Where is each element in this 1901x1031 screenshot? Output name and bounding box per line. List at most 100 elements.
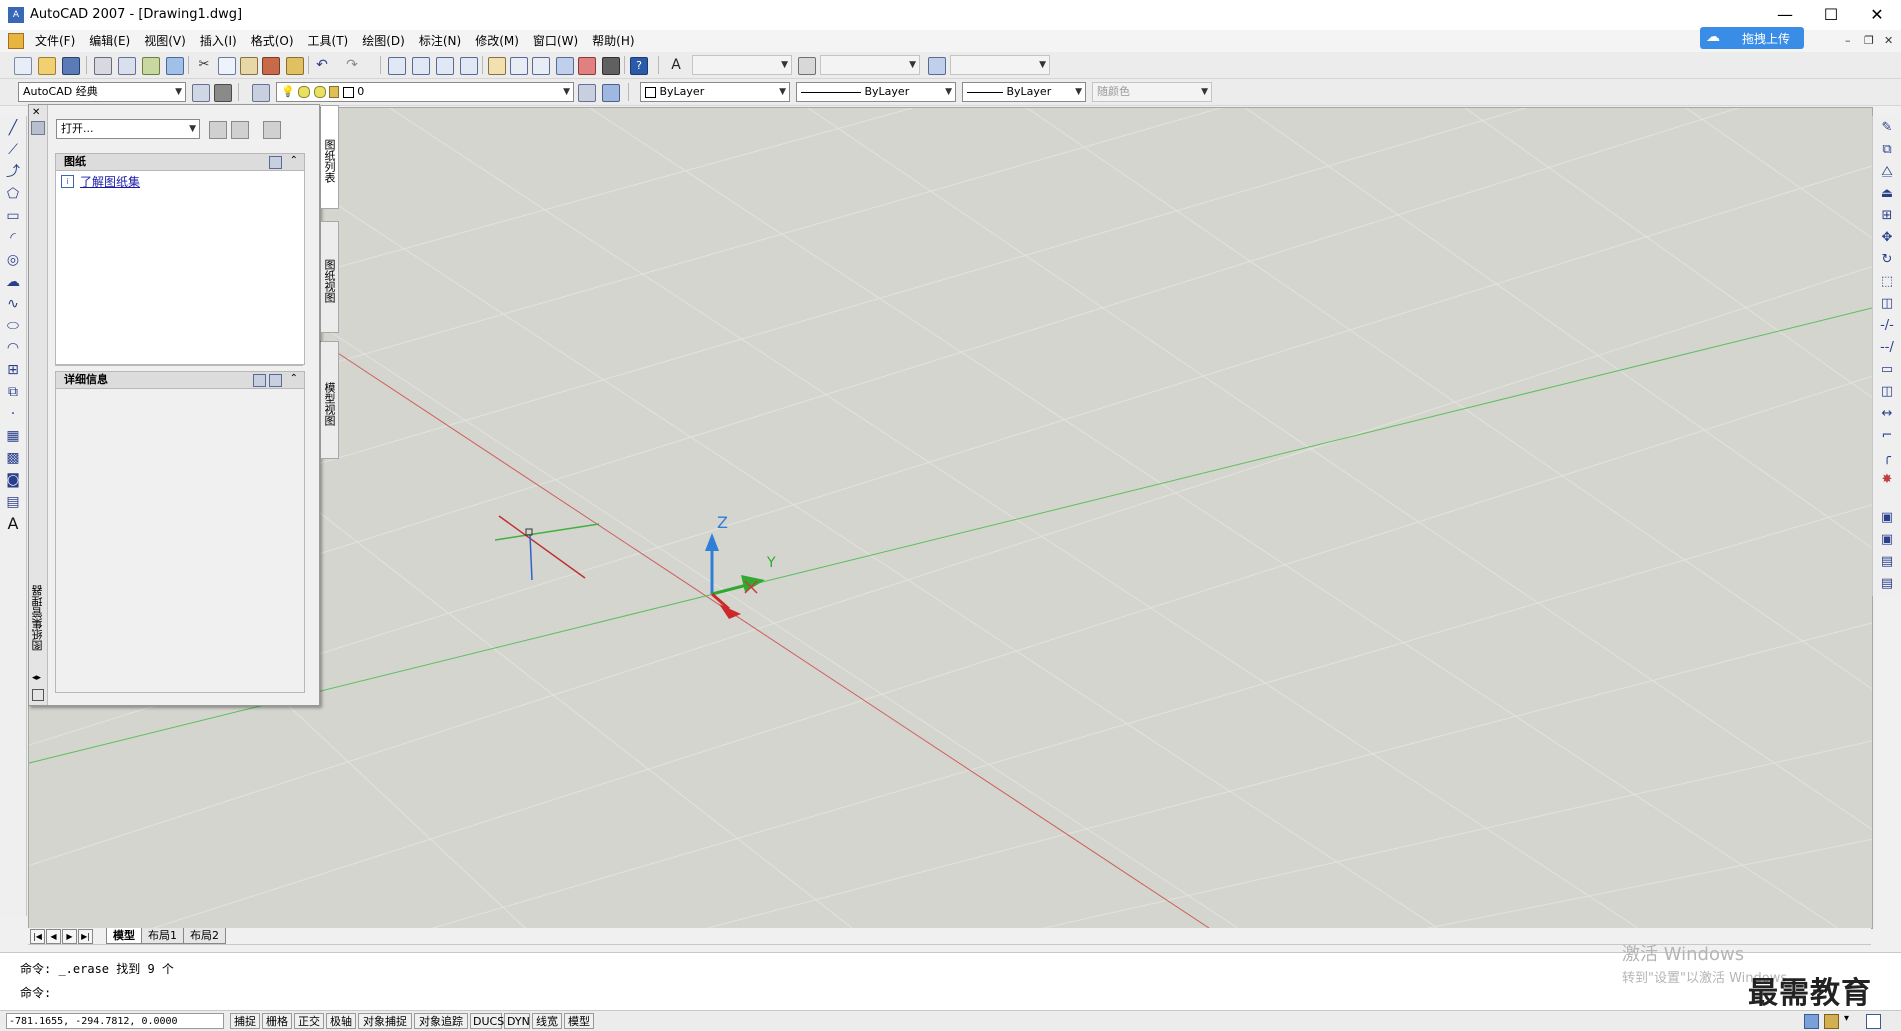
cut-icon[interactable]: ✂ [196,57,212,73]
prev-tab-arrow-icon[interactable]: ◀ [46,929,61,944]
tool-palettes-icon[interactable] [532,57,550,75]
gradient-tool-icon[interactable]: ▩ [5,450,21,466]
erase-tool-icon[interactable]: ✎ [1879,120,1895,136]
menu-modify[interactable]: 修改(M) [468,30,526,52]
zoom-previous-icon[interactable] [460,57,478,75]
text-style-combo[interactable]: ▼ [692,55,792,75]
menu-file[interactable]: 文件(F) [28,30,82,52]
model-toggle[interactable]: 模型 [564,1013,594,1029]
help-icon[interactable]: ? [630,57,648,75]
ellipse-tool-icon[interactable]: ⬭ [5,318,21,334]
revision-cloud-tool-icon[interactable]: ☁ [5,274,21,290]
polygon-tool-icon[interactable]: ⬠ [5,186,21,202]
ellipse-arc-tool-icon[interactable]: ◠ [5,340,21,356]
menu-window[interactable]: 窗口(W) [526,30,585,52]
my-workspace-icon[interactable] [214,84,232,102]
panel-splitter[interactable] [55,365,303,370]
sheet-set-manager-icon[interactable] [556,57,574,75]
details-collapse-icon[interactable]: ⌃ [290,373,298,384]
publish-plotter-icon[interactable] [231,121,249,139]
point-tool-icon[interactable]: · [5,406,21,422]
menu-tools[interactable]: 工具(T) [301,30,356,52]
block-editor-icon[interactable] [286,57,304,75]
explode-tool-icon[interactable]: ✸ [1879,472,1895,488]
palette-close-icon[interactable]: ✕ [32,107,40,118]
layer-freeze-vp-icon[interactable] [313,86,326,98]
table-style-combo[interactable]: ▼ [950,55,1050,75]
menu-dimension[interactable]: 标注(N) [412,30,468,52]
open-icon[interactable] [38,57,56,75]
tab-layout1[interactable]: 布局1 [141,928,184,944]
lineweight-control-combo[interactable]: ByLayer ▼ [962,82,1086,102]
clean-screen-icon[interactable] [1866,1014,1881,1029]
osnap-toggle[interactable]: 对象捕捉 [358,1013,412,1029]
ortho-toggle[interactable]: 正交 [294,1013,324,1029]
array-tool-icon[interactable]: ⊞ [1879,208,1895,224]
close-button[interactable]: ✕ [1854,0,1900,30]
spline-tool-icon[interactable]: ∿ [5,296,21,312]
table-style-icon[interactable] [928,57,946,75]
layer-lock-icon[interactable] [329,86,340,98]
tab-sheet-list[interactable]: 图纸列表 [321,105,339,209]
dyn-toggle[interactable]: DYN [504,1013,530,1029]
menu-format[interactable]: 格式(O) [244,30,301,52]
copy-tool-icon[interactable]: ⧉ [1879,142,1895,158]
calculator-icon[interactable] [602,57,620,75]
tab-model[interactable]: 模型 [106,928,142,944]
details-view-icon[interactable] [253,374,266,387]
publish-dwf-icon[interactable] [209,121,227,139]
region-tool-icon[interactable]: ◙ [5,472,21,488]
lineweight-toggle[interactable]: 线宽 [532,1013,562,1029]
menu-help[interactable]: 帮助(H) [585,30,641,52]
dim-style-icon[interactable] [798,57,816,75]
new-icon[interactable] [14,57,32,75]
command-prompt[interactable]: 命令: [20,984,51,1001]
chamfer-tool-icon[interactable]: ⌐ [1879,428,1895,444]
minimize-button[interactable]: — [1762,0,1808,30]
sheets-panel-view-icon[interactable] [269,156,282,169]
insert-block-tool-icon[interactable]: ⊞ [5,362,21,378]
toolbar-lock-icon[interactable] [1824,1014,1839,1029]
upload-button[interactable]: ☁ 拖拽上传 [1700,27,1804,49]
sheets-collapse-icon[interactable]: ⌃ [290,155,298,166]
tab-model-views[interactable]: 模型视图 [321,341,339,459]
markup-set-icon[interactable] [578,57,596,75]
stretch-tool-icon[interactable]: ◫ [1879,296,1895,312]
color-control-combo[interactable]: ByLayer ▼ [640,82,790,102]
sheet-set-open-combo[interactable]: 打开... ▼ [56,119,200,139]
tab-sheet-views[interactable]: 图纸视图 [321,221,339,333]
first-tab-arrow-icon[interactable]: |◀ [30,929,45,944]
coordinate-readout[interactable]: -781.1655, -294.7812, 0.0000 [6,1013,224,1029]
menu-insert[interactable]: 插入(I) [193,30,244,52]
offset-tool-icon[interactable]: ⏏ [1879,186,1895,202]
ducs-toggle[interactable]: DUCS [470,1013,504,1029]
rectangle-tool-icon[interactable]: ▭ [5,208,21,224]
copy-icon[interactable] [218,57,236,75]
construction-line-tool-icon[interactable]: ⟋ [5,142,21,158]
rotate-tool-icon[interactable]: ↻ [1879,252,1895,268]
plot-icon[interactable] [94,57,112,75]
layer-previous-icon[interactable] [602,84,620,102]
line-tool-icon[interactable]: ╱ [5,120,21,136]
design-center-icon[interactable] [510,57,528,75]
make-block-tool-icon[interactable]: ⧉ [5,384,21,400]
join-tool-icon[interactable]: ↔ [1879,406,1895,422]
zoom-window-icon[interactable] [436,57,454,75]
doc-close-button[interactable]: ✕ [1884,34,1893,47]
3d-dwf-icon[interactable] [166,57,184,75]
properties-icon[interactable] [488,57,506,75]
publish-icon[interactable] [142,57,160,75]
circle-tool-icon[interactable]: ◎ [5,252,21,268]
preview-view-icon[interactable] [269,374,282,387]
layer-combo[interactable]: 💡 0 ▼ [276,82,574,102]
draw-order-front-icon[interactable]: ▣ [1879,510,1895,526]
tab-layout2[interactable]: 布局2 [183,928,226,944]
menu-edit[interactable]: 编辑(E) [82,30,137,52]
palette-autohide-icon[interactable]: ◂▸ [32,673,41,683]
grid-toggle[interactable]: 栅格 [262,1013,292,1029]
status-menu-arrow-icon[interactable]: ▾ [1844,1013,1849,1024]
multiline-text-tool-icon[interactable]: A [5,516,21,532]
hatch-tool-icon[interactable]: ▦ [5,428,21,444]
zoom-realtime-icon[interactable] [412,57,430,75]
match-properties-icon[interactable] [262,57,280,75]
